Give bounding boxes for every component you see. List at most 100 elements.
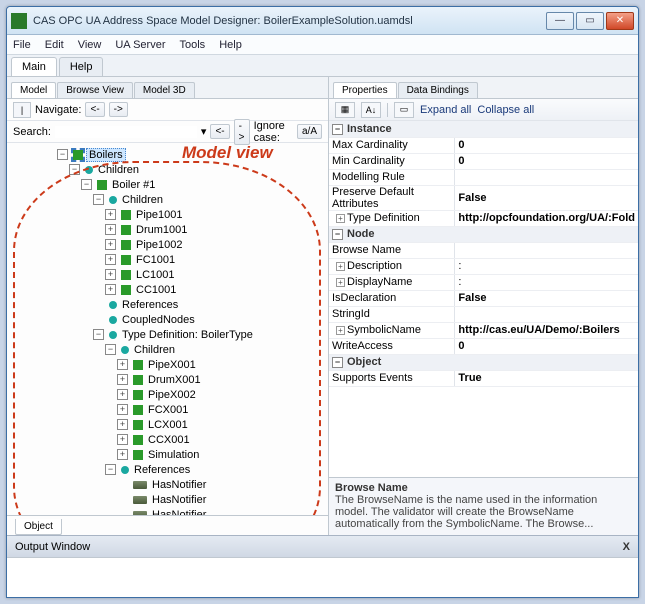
tree-node-children[interactable]: Children [96,164,141,176]
tab-browseview[interactable]: Browse View [57,82,133,98]
nav-back-button[interactable]: <- [85,102,104,117]
prop-name[interactable]: Min Cardinality [329,153,455,169]
search-back-button[interactable]: <- [210,124,229,139]
prop-value[interactable] [455,306,638,322]
prop-name[interactable]: WriteAccess [329,338,455,354]
categorized-icon[interactable]: ▦ [335,102,355,118]
sub-expander-icon[interactable]: + [336,214,345,223]
expand-all-button[interactable]: Expand all [420,104,471,116]
sub-expander-icon[interactable]: + [336,262,345,271]
expander-icon[interactable]: − [93,194,104,205]
expander-icon[interactable]: + [117,359,128,370]
menu-view[interactable]: View [78,39,102,51]
expander-icon[interactable]: + [117,389,128,400]
expander-icon[interactable]: + [105,284,116,295]
tree-node-couplednodes[interactable]: CoupledNodes [120,314,197,326]
tree-node[interactable]: Pipe1002 [134,239,185,251]
menu-uaserver[interactable]: UA Server [115,39,165,51]
ignorecase-toggle[interactable]: a/A [297,124,322,139]
prop-value[interactable] [455,169,638,185]
category-expander-icon[interactable]: − [332,124,343,135]
propertypages-icon[interactable]: ▭ [394,102,414,118]
expander-icon[interactable]: − [93,329,104,340]
menu-file[interactable]: File [13,39,31,51]
output-close-icon[interactable]: X [623,541,630,553]
prop-name[interactable]: Preserve Default Attributes [329,185,455,210]
model-tree[interactable]: −Boilers Model view −Children −Boiler #1… [7,143,328,515]
collapse-all-button[interactable]: Collapse all [477,104,534,116]
prop-value[interactable]: : [455,274,638,290]
tree-node-boiler1[interactable]: Boiler #1 [110,179,157,191]
tree-node[interactable]: HasNotifier [150,509,208,516]
search-dropdown-icon[interactable]: ▾ [201,125,207,138]
expander-icon[interactable]: + [117,449,128,460]
expander-icon[interactable]: + [105,209,116,220]
tree-node[interactable]: Children [120,194,165,206]
alphabetical-icon[interactable]: A↓ [361,102,381,118]
tree-node[interactable]: FCX001 [146,404,190,416]
menu-tools[interactable]: Tools [180,39,206,51]
menu-help[interactable]: Help [219,39,242,51]
tree-node[interactable]: Pipe1001 [134,209,185,221]
sub-expander-icon[interactable]: + [336,326,345,335]
prop-name[interactable]: DisplayName [347,276,412,288]
prop-value[interactable]: False [455,185,638,210]
expander-icon[interactable]: + [105,239,116,250]
prop-name[interactable]: Description [347,260,402,272]
category-expander-icon[interactable]: − [332,229,343,240]
tab-main[interactable]: Main [11,57,57,76]
tree-node[interactable]: PipeX001 [146,359,198,371]
tab-object[interactable]: Object [15,519,62,535]
expander-icon[interactable]: + [117,434,128,445]
tree-node[interactable]: HasNotifier [150,494,208,506]
property-grid[interactable]: −Instance Max Cardinality0 Min Cardinali… [329,121,638,477]
prop-value[interactable]: http://opcfoundation.org/UA/:Fold [455,210,638,226]
prop-value[interactable]: 0 [455,137,638,153]
tree-node[interactable]: CC1001 [134,284,178,296]
expander-icon[interactable]: − [105,464,116,475]
expander-icon[interactable]: + [105,269,116,280]
tree-node-typedef[interactable]: Type Definition: BoilerType [120,329,255,341]
tree-node[interactable]: HasNotifier [150,479,208,491]
minimize-button[interactable]: — [546,12,574,30]
expander-icon[interactable]: − [69,164,80,175]
prop-value[interactable]: 0 [455,153,638,169]
search-input[interactable] [55,126,197,138]
tree-node[interactable]: LCX001 [146,419,190,431]
prop-name[interactable]: StringId [329,306,455,322]
tree-node[interactable]: Drum1001 [134,224,189,236]
tree-node-boilers[interactable]: Boilers [86,148,126,162]
close-button[interactable]: ✕ [606,12,634,30]
tree-node[interactable]: References [132,464,192,476]
prop-value[interactable]: True [455,370,638,386]
tree-node-references[interactable]: References [120,299,180,311]
prop-value[interactable]: False [455,290,638,306]
prop-name[interactable]: IsDeclaration [329,290,455,306]
tree-node[interactable]: CCX001 [146,434,192,446]
prop-name[interactable]: Type Definition [347,212,420,224]
expander-icon[interactable]: − [81,179,92,190]
prop-value[interactable] [455,242,638,258]
nav-forward-button[interactable]: -> [109,102,128,117]
tab-model3d[interactable]: Model 3D [134,82,195,98]
expander-icon[interactable]: + [117,419,128,430]
tree-node[interactable]: PipeX002 [146,389,198,401]
category-expander-icon[interactable]: − [332,357,343,368]
expander-icon[interactable]: − [105,344,116,355]
prop-value[interactable]: http://cas.eu/UA/Demo/:Boilers [455,322,638,338]
tree-node[interactable]: Children [132,344,177,356]
expander-icon[interactable]: + [117,374,128,385]
nav-pipe-icon[interactable]: | [13,102,31,118]
prop-name[interactable]: Max Cardinality [329,137,455,153]
maximize-button[interactable]: ▭ [576,12,604,30]
prop-name[interactable]: Modelling Rule [329,169,455,185]
prop-name[interactable]: Supports Events [329,370,455,386]
expander-icon[interactable]: + [105,254,116,265]
tab-model[interactable]: Model [11,82,56,98]
expander-icon[interactable]: + [105,224,116,235]
tab-help[interactable]: Help [59,57,104,76]
sub-expander-icon[interactable]: + [336,278,345,287]
prop-value[interactable]: : [455,258,638,274]
tab-properties[interactable]: Properties [333,82,397,98]
menu-edit[interactable]: Edit [45,39,64,51]
